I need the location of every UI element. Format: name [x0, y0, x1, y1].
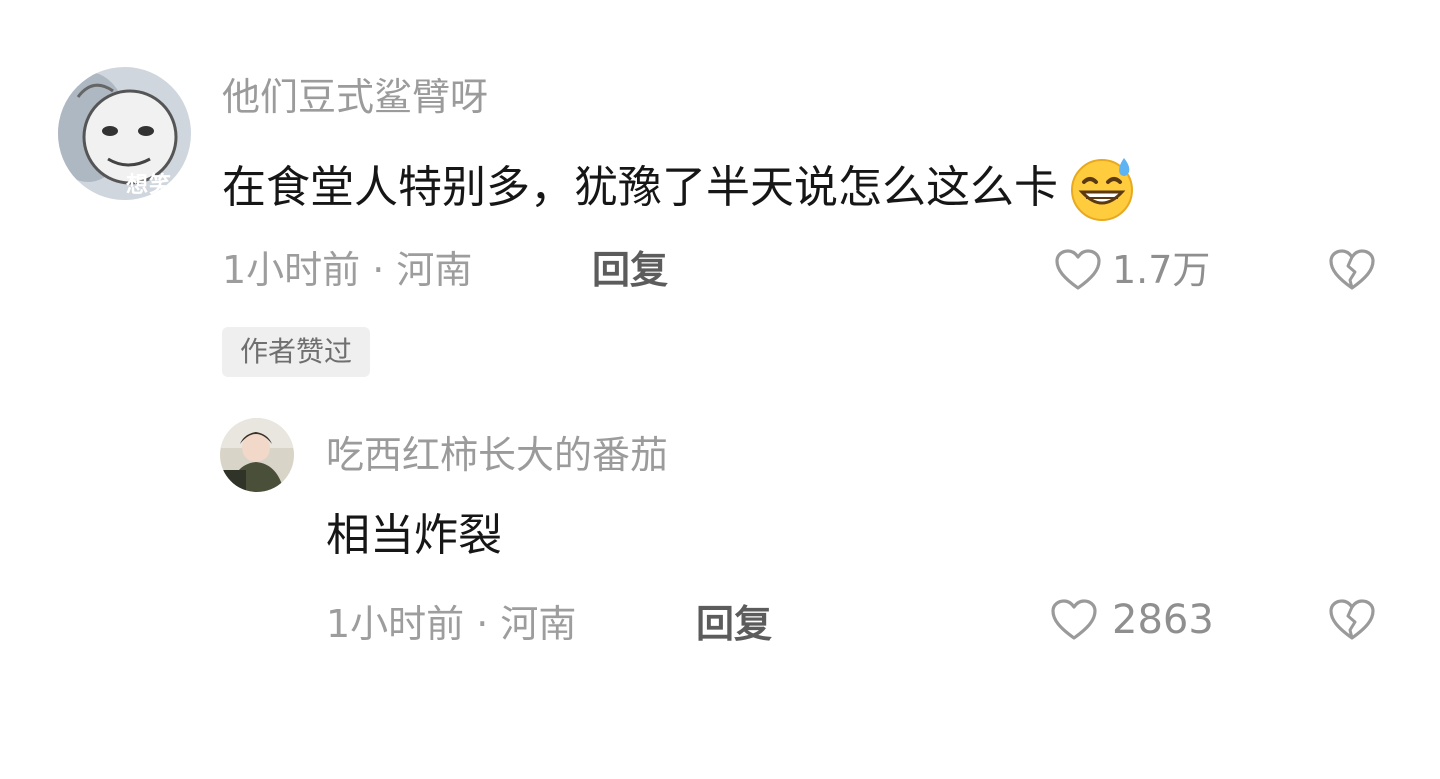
heart-outline-icon[interactable] — [1054, 248, 1102, 292]
comment-time-location: 1小时前 · 河南 — [222, 248, 473, 292]
comment-avatar[interactable]: 想笑 — [58, 67, 191, 200]
reply-text: 相当炸裂 — [326, 510, 502, 561]
comment-like-count: 1.7万 — [1112, 248, 1211, 292]
reply-time-location: 1小时前 · 河南 — [326, 602, 577, 646]
heart-outline-icon[interactable] — [1050, 598, 1098, 642]
comment-username[interactable]: 他们豆式鲨臂呀 — [222, 72, 488, 122]
comment-text: 在食堂人特别多，犹豫了半天说怎么这么卡 — [222, 152, 1138, 224]
reply-like-count: 2863 — [1112, 597, 1214, 643]
broken-heart-icon[interactable] — [1328, 598, 1376, 642]
reply-reply-button[interactable]: 回复 — [696, 596, 772, 652]
author-liked-badge: 作者赞过 — [222, 327, 371, 377]
broken-heart-icon[interactable] — [1328, 248, 1376, 292]
avatar-overlay-text: 想笑 — [126, 173, 173, 198]
comment-text-content: 在食堂人特别多，犹豫了半天说怎么这么卡 — [222, 162, 1058, 213]
grinning-sweat-emoji-icon — [1066, 152, 1138, 224]
comment-reply-button[interactable]: 回复 — [592, 242, 668, 298]
reply-avatar[interactable] — [220, 418, 294, 492]
reply-username[interactable]: 吃西红柿长大的番茄 — [326, 430, 668, 480]
